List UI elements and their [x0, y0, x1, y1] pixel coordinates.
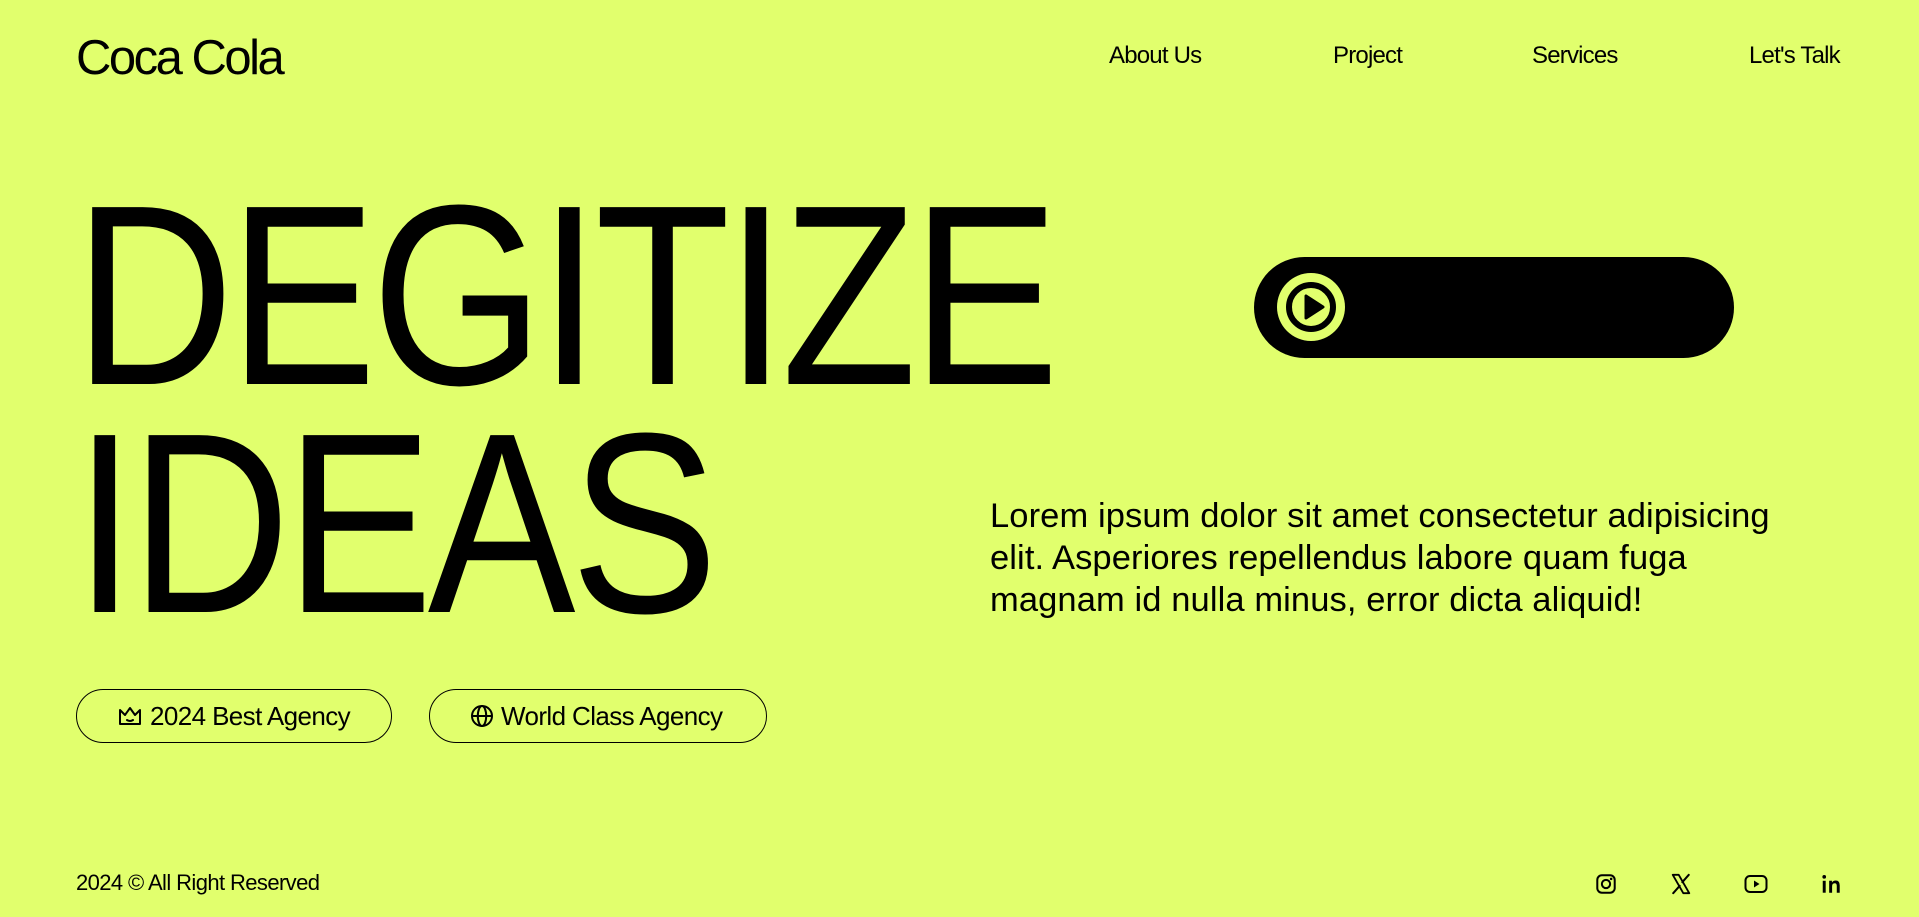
hero-headline-line-2: IDEAS — [74, 380, 718, 667]
play-icon — [1277, 273, 1345, 341]
instagram-icon[interactable] — [1594, 872, 1618, 896]
main-nav: About Us Project Services Let's Talk — [0, 40, 1919, 72]
world-class-agency-label: World Class Agency — [501, 700, 723, 731]
hero-headline-line-1: DEGITIZE — [74, 152, 1059, 439]
best-agency-badge[interactable]: 2024 Best Agency — [76, 689, 392, 743]
best-agency-label: 2024 Best Agency — [150, 700, 351, 731]
globe-icon — [470, 704, 494, 728]
hero-description: Lorem ipsum dolor sit amet consectetur a… — [990, 497, 1770, 619]
nav-project[interactable]: Project — [1333, 40, 1403, 72]
world-class-agency-badge[interactable]: World Class Agency — [429, 689, 767, 743]
nav-services[interactable]: Services — [1532, 40, 1618, 72]
youtube-icon[interactable] — [1744, 872, 1768, 896]
nav-lets-talk[interactable]: Let's Talk — [1749, 40, 1841, 72]
x-icon[interactable] — [1669, 872, 1693, 896]
copyright-text: 2024 © All Right Reserved — [76, 870, 320, 895]
linkedin-icon[interactable] — [1819, 872, 1843, 896]
video-play-button[interactable] — [1254, 257, 1734, 358]
crown-icon — [117, 704, 143, 728]
nav-about-us[interactable]: About Us — [1109, 40, 1202, 72]
